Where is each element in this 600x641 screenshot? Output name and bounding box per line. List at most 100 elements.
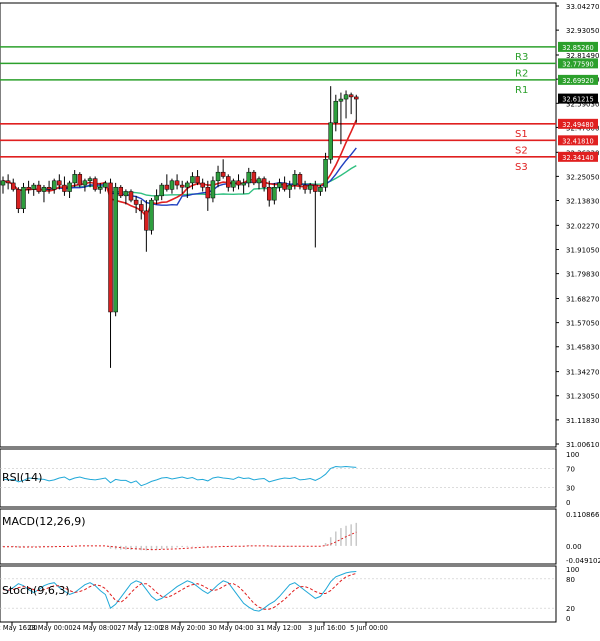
stoch-panel-frame (0, 565, 557, 623)
candle-body (149, 199, 154, 231)
x-tick-label: 31 May 12:00 (256, 624, 301, 632)
current-price-tag-text: 32.61215 (562, 96, 593, 104)
candle-body (292, 174, 298, 186)
level-price-tag-text: 32.77590 (562, 60, 593, 68)
candle-body (297, 174, 303, 186)
candle-body (220, 171, 226, 177)
y-tick-label: 31.11830 (566, 417, 599, 425)
candle-body (179, 184, 185, 188)
candle-body (251, 171, 257, 184)
candle-body (41, 186, 47, 192)
stoch-title: Stoch(9,6,3) (2, 584, 70, 597)
level-label-r2: R2 (515, 68, 528, 79)
y-tick-label: 31.91050 (566, 246, 599, 254)
y-tick-label: 31.34270 (566, 369, 599, 377)
level-price-tag-text: 32.85260 (562, 44, 593, 52)
level-label-s2: S2 (515, 145, 528, 156)
candle-body (98, 186, 103, 190)
level-price-tag-text: 32.34140 (562, 154, 593, 162)
candle-body (246, 171, 252, 184)
candle-body (164, 184, 170, 190)
x-tick-label: 24 May 08:00 (72, 624, 117, 632)
x-tick-label: 28 May 20:00 (160, 624, 205, 632)
macd-tick-label: 0.110866 (566, 511, 600, 519)
y-tick-label: 31.45830 (566, 344, 599, 352)
rsi-tick-label: 0 (566, 499, 570, 507)
candle-body (87, 178, 93, 182)
x-tick-label: 27 May 12:00 (117, 624, 162, 632)
candle-body (103, 182, 108, 188)
candle-body (323, 159, 328, 188)
candle-body (236, 180, 241, 186)
rsi-tick-label: 30 (566, 485, 575, 493)
candle-body (174, 180, 180, 186)
forex-chart: 33.0427032.9305032.8149032.7026032.59030… (0, 2, 600, 632)
rsi-title: RSI(14) (2, 471, 42, 484)
candle-body (0, 180, 6, 186)
candle-body (154, 195, 159, 201)
candle-body (318, 186, 323, 192)
chart-container: 33.0427032.9305032.8149032.7026032.59030… (0, 0, 600, 637)
macd-tick-label: 0.00 (566, 543, 582, 551)
y-tick-label: 31.57050 (566, 320, 599, 328)
candle-body (333, 100, 339, 123)
rsi-line (2, 465, 357, 487)
candle-body (195, 176, 200, 184)
candle-body (354, 96, 359, 100)
x-tick-label: 30 May 04:00 (208, 624, 253, 632)
y-tick-label: 31.23050 (566, 393, 599, 401)
stoch-tick-label: 100 (566, 566, 579, 574)
candle-body (92, 178, 98, 190)
candle-body (328, 122, 333, 160)
candle-body (108, 182, 113, 313)
level-label-s3: S3 (515, 162, 528, 173)
candle-body (200, 182, 205, 188)
candle-body (133, 199, 139, 205)
candle-body (26, 186, 31, 190)
y-tick-label: 31.00610 (566, 441, 599, 449)
candle-body (62, 184, 67, 192)
candle-body (128, 191, 134, 201)
candle-body (272, 186, 277, 201)
candle-body (241, 182, 246, 186)
y-tick-label: 32.93050 (566, 27, 599, 35)
level-price-tag-text: 32.49480 (562, 121, 593, 129)
candle-body (190, 176, 195, 184)
candle-body (5, 180, 11, 184)
stoch-tick-label: 20 (566, 605, 575, 613)
candle-body (144, 210, 149, 231)
candle-body (169, 180, 175, 190)
candle-body (159, 184, 164, 197)
y-tick-label: 32.02270 (566, 222, 599, 230)
candle-body (277, 182, 282, 188)
candle-body (123, 191, 129, 197)
level-price-tag-text: 32.69920 (562, 77, 593, 85)
y-tick-label: 33.04270 (566, 3, 599, 11)
candle-body (226, 176, 231, 188)
candle-body (118, 186, 124, 197)
candle-body (16, 189, 21, 209)
ma-fast-line (2, 119, 358, 219)
macd-title: MACD(12,26,9) (2, 515, 86, 528)
level-price-tag-text: 32.41810 (562, 137, 593, 145)
candle-body (261, 178, 267, 188)
y-tick-label: 32.25050 (566, 173, 599, 181)
candle-body (51, 180, 57, 190)
level-label-s1: S1 (515, 129, 528, 140)
candle-body (82, 180, 88, 186)
candle-body (282, 182, 287, 190)
candle-body (266, 186, 272, 201)
level-label-r1: R1 (515, 85, 528, 96)
stoch-tick-label: 80 (566, 576, 575, 584)
y-tick-label: 31.68270 (566, 295, 599, 303)
candle-body (338, 98, 344, 102)
candle-body (231, 180, 236, 188)
candle-body (210, 180, 216, 199)
candle-body (67, 182, 72, 192)
y-tick-label: 31.79830 (566, 271, 599, 279)
stoch-tick-label: 0 (566, 615, 570, 623)
macd-signal-line (3, 531, 357, 551)
y-tick-label: 32.13830 (566, 198, 599, 206)
candle-body (36, 184, 42, 192)
candle-body (348, 94, 354, 98)
